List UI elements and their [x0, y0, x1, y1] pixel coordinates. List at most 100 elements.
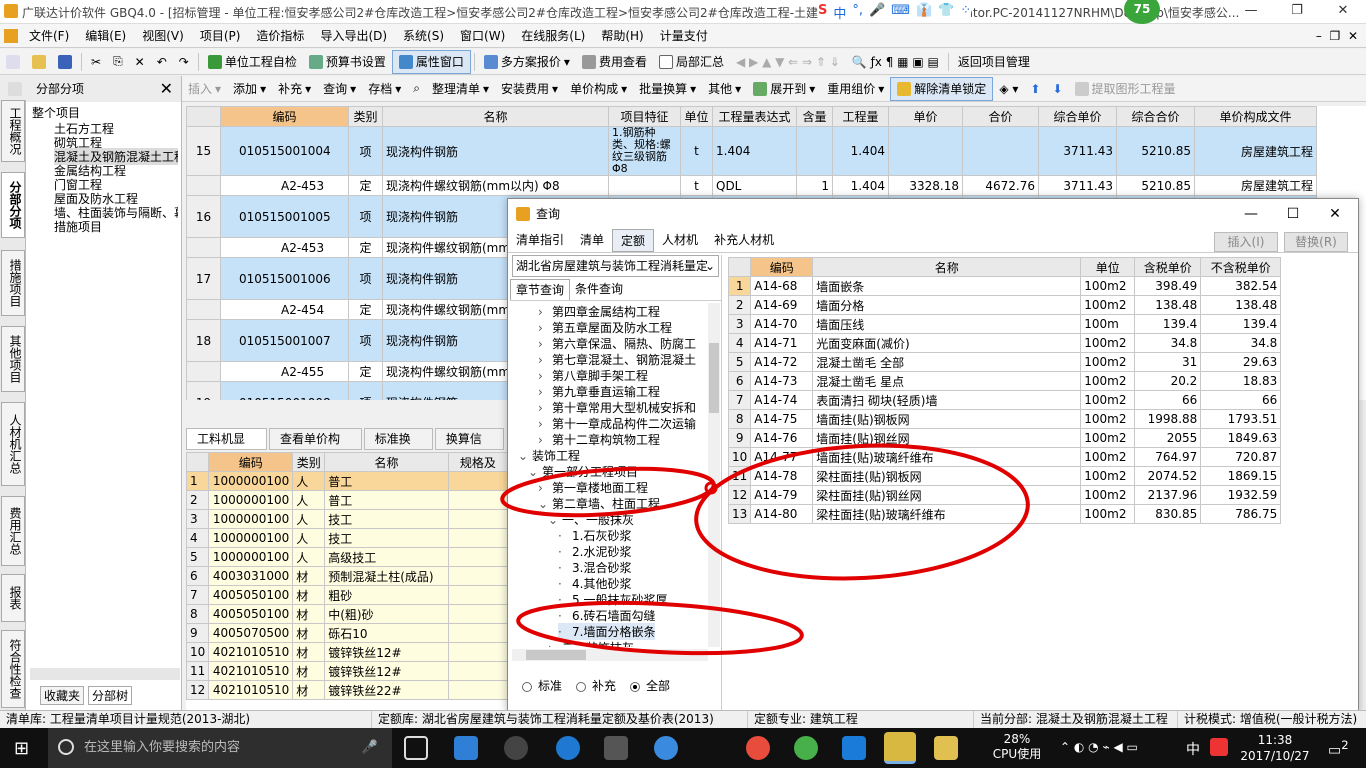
cell-code[interactable]: A14-77: [750, 447, 814, 467]
chapter-tree-item[interactable]: › 第四章金属结构工程: [538, 303, 660, 320]
task-view-icon[interactable]: [404, 736, 428, 760]
row-number[interactable]: 3: [186, 509, 210, 529]
notification-icon[interactable]: ▭2: [1328, 738, 1349, 759]
row-number[interactable]: 9: [186, 623, 210, 643]
cell-name[interactable]: 墙面挂(贴)钢板网: [812, 409, 1082, 429]
cell-type[interactable]: 项: [348, 381, 383, 400]
cell-qty[interactable]: 1.404: [832, 175, 889, 196]
cell-code[interactable]: 010515001008: [220, 381, 349, 400]
cell-type[interactable]: 定: [348, 299, 383, 320]
menu-file[interactable]: 文件(F): [21, 27, 77, 44]
browser-icon[interactable]: [746, 736, 770, 760]
cell-code[interactable]: A2-453: [220, 237, 349, 258]
cell-name[interactable]: 中(粗)砂: [324, 604, 449, 624]
table-row[interactable]: 11 4021010510 材镀锌铁丝12#: [186, 661, 508, 681]
chapter-tree-item[interactable]: · 1.石灰砂浆: [558, 527, 631, 544]
table-row[interactable]: 10 A14-77 墙面挂(贴)玻璃纤维布 100m2 764.97 720.87: [727, 447, 1282, 467]
row-number[interactable]: 1: [727, 276, 752, 296]
cell-cprice[interactable]: 3711.43: [1038, 126, 1117, 176]
cell-name[interactable]: 光面变麻面(减价): [812, 333, 1082, 353]
chapter-tree-item[interactable]: › 第一章楼地面工程: [538, 479, 648, 496]
pin-icon[interactable]: [8, 81, 22, 96]
cell-code[interactable]: A14-75: [750, 409, 814, 429]
local-summary-checkbox[interactable]: 局部汇总: [653, 50, 730, 74]
cell-tax-price[interactable]: 2137.96: [1134, 485, 1202, 505]
cell-unit[interactable]: 100m2: [1080, 504, 1136, 524]
format-tools[interactable]: 🔍 ƒx ¶ ▦ ▣ ▤: [846, 50, 945, 74]
fee-view-button[interactable]: 费用查看: [576, 50, 653, 74]
cell-code[interactable]: 010515001006: [220, 257, 349, 300]
table-row[interactable]: 6 4003031000 材预制混凝土柱(成品): [186, 566, 508, 586]
chapter-tree-item[interactable]: ⌄ 一、一般抹灰: [548, 511, 634, 528]
cell-type[interactable]: 项: [348, 319, 383, 362]
cell-notax-price[interactable]: 139.4: [1200, 314, 1282, 334]
chapter-tree-item[interactable]: · 7.墙面分格嵌条: [558, 623, 656, 640]
plus-app-icon[interactable]: [842, 736, 866, 760]
minimize-icon[interactable]: —: [1228, 0, 1274, 24]
cell-tax-price[interactable]: 31: [1134, 352, 1202, 372]
menu-project[interactable]: 项目(P): [192, 27, 249, 44]
menu-import-export[interactable]: 导入导出(D): [312, 27, 395, 44]
unlock-list-button[interactable]: 解除清单锁定: [890, 76, 994, 101]
table-row[interactable]: 8 A14-75 墙面挂(贴)钢板网 100m2 1998.88 1793.51: [727, 409, 1282, 429]
tab-chapter-query[interactable]: 章节查询: [510, 279, 571, 300]
cell-ctotal[interactable]: 5210.85: [1116, 175, 1195, 196]
menu-online[interactable]: 在线服务(L): [513, 27, 593, 44]
tab-section-tree[interactable]: 分部树: [88, 686, 133, 705]
app-menu-icon[interactable]: [4, 28, 18, 43]
extract-quantity-button[interactable]: 提取图形工程量: [1069, 77, 1182, 101]
table-row[interactable]: 9 4005070500 材砾石10: [186, 623, 508, 643]
cell-notax-price[interactable]: 1869.15: [1200, 466, 1282, 486]
tab-report[interactable]: 报表: [1, 574, 25, 622]
cell-unit[interactable]: t: [680, 175, 713, 196]
cell-spec[interactable]: [447, 585, 508, 605]
row-number[interactable]: 13: [727, 504, 752, 524]
cell-type[interactable]: 定: [348, 175, 383, 196]
cell-notax-price[interactable]: 1932.59: [1200, 485, 1282, 505]
organize-list-button[interactable]: 整理清单 ▾: [426, 77, 495, 101]
table-row[interactable]: 12 4021010510 材镀锌铁丝22#: [186, 680, 508, 700]
cell-code[interactable]: 4021010510: [208, 661, 294, 681]
cell-type[interactable]: 材: [292, 585, 326, 605]
taskbar-search[interactable]: 在这里输入你要搜索的内容 🎤: [48, 728, 392, 768]
tab-labor-material[interactable]: 人材机汇总: [1, 402, 25, 486]
cell-notax-price[interactable]: 382.54: [1200, 276, 1282, 296]
tree-hscrollbar[interactable]: [30, 668, 180, 680]
row-number[interactable]: [186, 299, 221, 320]
cell-name[interactable]: 墙面挂(贴)钢丝网: [812, 428, 1082, 448]
ime-punct[interactable]: °,: [852, 3, 863, 21]
chevron-down-icon[interactable]: ⌄: [548, 513, 562, 527]
menu-system[interactable]: 系统(S): [395, 27, 452, 44]
cell-name[interactable]: 梁柱面挂(贴)钢板网: [812, 466, 1082, 486]
cell-spec[interactable]: [447, 528, 508, 548]
cell-unit[interactable]: 100m2: [1080, 295, 1136, 315]
row-number[interactable]: 10: [186, 642, 210, 662]
close-panel-icon[interactable]: ✕: [160, 79, 173, 98]
chevron-right-icon[interactable]: ›: [538, 369, 552, 383]
redo-icon[interactable]: ↷: [173, 50, 195, 74]
cell-unit[interactable]: 100m: [1080, 314, 1136, 334]
cell-total[interactable]: 4672.76: [962, 175, 1039, 196]
cell-code[interactable]: A14-68: [750, 276, 814, 296]
skin-icon[interactable]: 👔: [916, 3, 932, 21]
chevron-right-icon[interactable]: ›: [538, 337, 552, 351]
property-window-button[interactable]: 属性窗口: [391, 49, 471, 74]
col-header-file[interactable]: 单价构成文件: [1194, 106, 1317, 127]
chevron-down-icon[interactable]: ⌄: [518, 449, 532, 463]
row-number[interactable]: 19: [186, 381, 221, 400]
cell-type[interactable]: 材: [292, 566, 326, 586]
row-number[interactable]: 1: [186, 471, 210, 491]
windows-start-icon[interactable]: ⊞: [14, 738, 29, 759]
cell-code[interactable]: A14-79: [750, 485, 814, 505]
tab-condition-query[interactable]: 条件查询: [570, 279, 628, 300]
cell-name[interactable]: 现浇构件钢筋: [382, 126, 609, 176]
col-header-total[interactable]: 合价: [962, 106, 1039, 127]
cell-tax-price[interactable]: 138.48: [1134, 295, 1202, 315]
self-check-button[interactable]: 单位工程自检: [202, 50, 303, 74]
tab-list[interactable]: 清单: [572, 229, 612, 252]
spiral-app-icon[interactable]: [504, 736, 528, 760]
table-row[interactable]: 12 A14-79 梁柱面挂(贴)钢丝网 100m2 2137.96 1932.59: [727, 485, 1282, 505]
col-header-price[interactable]: 单价: [888, 106, 963, 127]
undo-icon[interactable]: ↶: [151, 50, 173, 74]
archive-button[interactable]: 存档 ▾: [362, 77, 407, 101]
